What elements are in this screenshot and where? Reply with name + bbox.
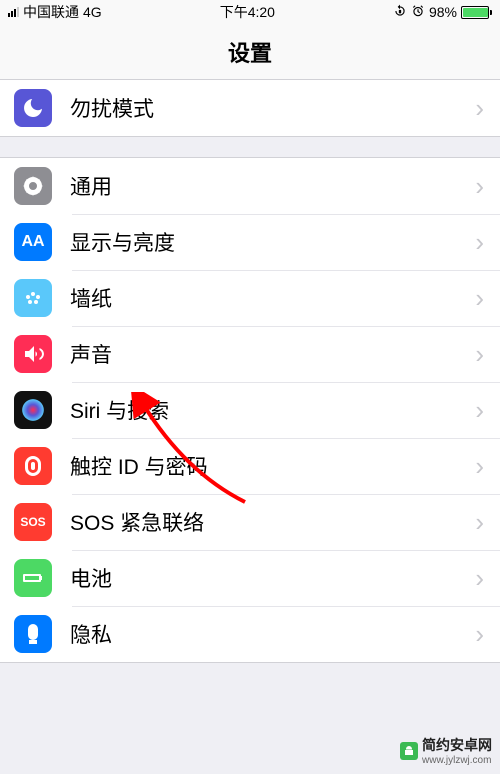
chevron-right-icon: › — [475, 173, 484, 199]
status-bar: 中国联通 4G 下午4:20 98% — [0, 0, 500, 24]
settings-row-sound[interactable]: 声音› — [0, 326, 500, 382]
wallpaper-icon — [14, 279, 52, 317]
watermark-site: www.jylzwj.com — [422, 755, 492, 766]
sos-label: SOS 紧急联络 — [70, 507, 475, 537]
status-right: 98% — [393, 4, 492, 21]
display-label: 显示与亮度 — [70, 227, 475, 257]
chevron-right-icon: › — [475, 95, 484, 121]
touchid-icon — [14, 447, 52, 485]
chevron-right-icon: › — [475, 621, 484, 647]
chevron-right-icon: › — [475, 341, 484, 367]
battery-icon — [461, 6, 492, 19]
settings-row-siri[interactable]: Siri 与搜索› — [0, 382, 500, 438]
general-label: 通用 — [70, 171, 475, 201]
privacy-label: 隐私 — [70, 619, 475, 649]
chevron-right-icon: › — [475, 453, 484, 479]
battery-pct: 98% — [429, 4, 457, 20]
chevron-right-icon: › — [475, 285, 484, 311]
alarm-icon — [411, 4, 425, 21]
wallpaper-label: 墙纸 — [70, 283, 475, 313]
settings-row-sos[interactable]: SOS SOS 紧急联络› — [0, 494, 500, 550]
dnd-label: 勿扰模式 — [70, 93, 475, 123]
status-time: 下午4:20 — [220, 2, 275, 22]
watermark-name: 简约安卓网 — [422, 737, 492, 753]
general-icon — [14, 167, 52, 205]
watermark: 简约安卓网 www.jylzwj.com — [400, 735, 492, 766]
settings-row-display[interactable]: AA 显示与亮度› — [0, 214, 500, 270]
page-title: 设置 — [0, 24, 500, 80]
chevron-right-icon: › — [475, 397, 484, 423]
orientation-lock-icon — [393, 4, 407, 21]
settings-row-touchid[interactable]: 触控 ID 与密码› — [0, 438, 500, 494]
siri-icon — [14, 391, 52, 429]
display-icon: AA — [14, 223, 52, 261]
chevron-right-icon: › — [475, 565, 484, 591]
privacy-icon — [14, 615, 52, 653]
sound-icon — [14, 335, 52, 373]
siri-label: Siri 与搜索 — [70, 395, 475, 425]
battery-label: 电池 — [70, 563, 475, 593]
sound-label: 声音 — [70, 339, 475, 369]
chevron-right-icon: › — [475, 229, 484, 255]
battery-icon — [14, 559, 52, 597]
chevron-right-icon: › — [475, 509, 484, 535]
touchid-label: 触控 ID 与密码 — [70, 451, 475, 481]
signal-icon — [8, 7, 19, 17]
settings-row-privacy[interactable]: 隐私› — [0, 606, 500, 662]
settings-row-dnd[interactable]: 勿扰模式› — [0, 80, 500, 136]
watermark-logo-icon — [400, 742, 418, 760]
carrier-label: 中国联通 — [23, 2, 79, 22]
settings-row-battery[interactable]: 电池› — [0, 550, 500, 606]
settings-row-general[interactable]: 通用› — [0, 158, 500, 214]
dnd-icon — [14, 89, 52, 127]
network-label: 4G — [83, 4, 102, 20]
settings-row-wallpaper[interactable]: 墙纸› — [0, 270, 500, 326]
sos-icon: SOS — [14, 503, 52, 541]
status-left: 中国联通 4G — [8, 2, 102, 22]
